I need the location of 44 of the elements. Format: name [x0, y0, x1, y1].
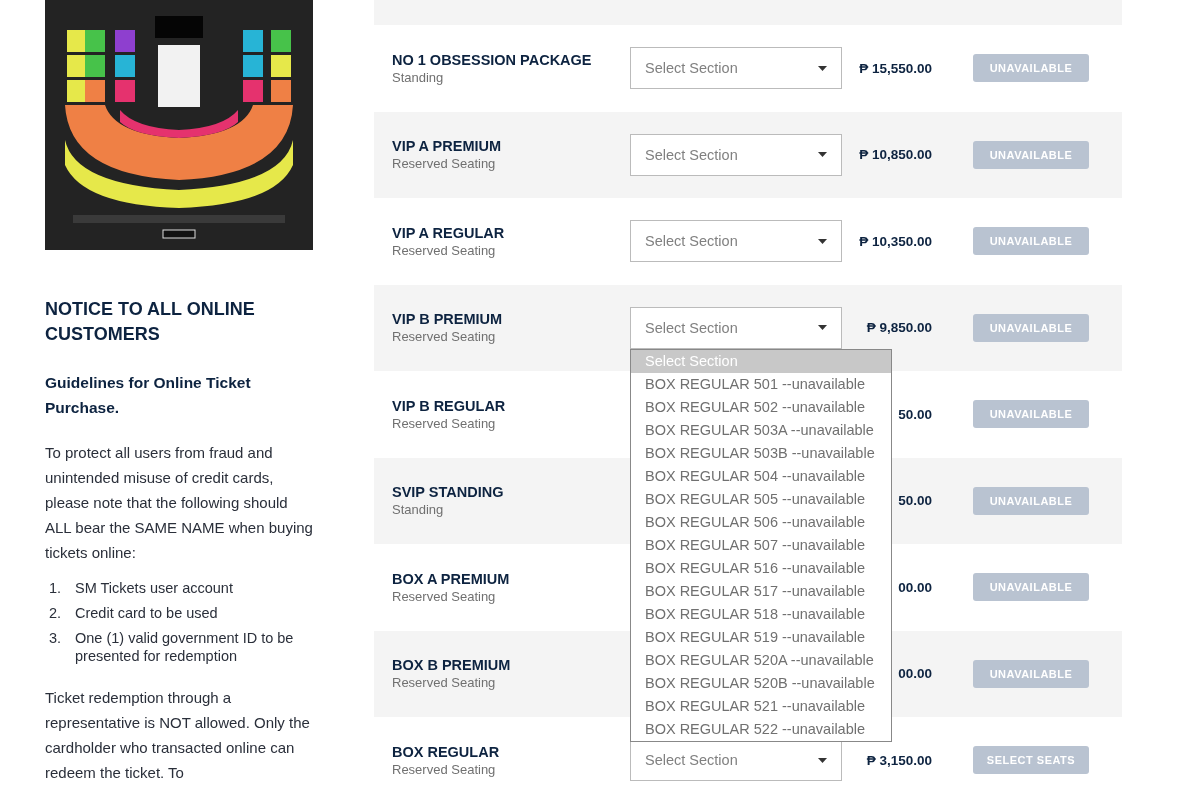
ticket-name: VIP A PREMIUM: [392, 138, 502, 155]
ticket-name: VIP B REGULAR: [392, 397, 506, 414]
list-number: 2.: [48, 604, 63, 622]
section-select[interactable]: Select Section: [630, 306, 842, 349]
seating-type: Reserved Seating: [392, 415, 496, 431]
ticket-price: ₱ 10,350.00: [858, 233, 932, 249]
ticket-price: ₱ 3,150.00: [865, 752, 932, 768]
ticket-price: ₱ 10,850.00: [858, 147, 932, 163]
notice-heading: NOTICE TO ALL ONLINE CUSTOMERS: [45, 298, 256, 346]
redemption-paragraph: Ticket redemption through a representative is NOT allowed. Only the cardholder who transacted online can redeem the ticket. To: [45, 688, 311, 783]
intro-paragraph: To protect all users from fraud and unintended misuse of credit cards, please note that the following should ALL bear the SAME NAME when buying tickets online:: [45, 443, 313, 563]
ticket-name: BOX REGULAR: [392, 743, 500, 760]
ticket-name: SVIP STANDING: [392, 484, 504, 501]
ticket-name: BOX B PREMIUM: [392, 657, 511, 674]
list-item-text: Credit card to be used: [75, 604, 218, 622]
seating-type: Reserved Seating: [392, 242, 496, 258]
guidelines-heading: Guidelines for Online Ticket Purchase.: [45, 373, 252, 418]
list-item-text: SM Tickets user account: [75, 579, 233, 597]
caret-icon: [818, 65, 827, 71]
list-number: 1.: [48, 579, 63, 597]
section-select[interactable]: Select Section: [630, 47, 842, 90]
caret-icon: [818, 325, 827, 331]
section-select[interactable]: Select Section: [630, 220, 842, 263]
ticket-name: VIP B PREMIUM: [392, 311, 503, 328]
ticket-name: VIP A REGULAR: [392, 224, 505, 241]
seating-type: Reserved Seating: [392, 156, 496, 172]
caret-icon: [818, 238, 827, 244]
list-item-text: One (1) valid government ID to be presented for redemption: [75, 629, 295, 665]
ticket-price: ₱ 15,550.00: [858, 60, 932, 76]
section-select[interactable]: Select Section: [630, 133, 842, 176]
section-select[interactable]: Select Section: [630, 739, 842, 782]
seating-type: Reserved Seating: [392, 588, 496, 604]
seating-type: Reserved Seating: [392, 675, 496, 691]
list-number: 3.: [48, 629, 63, 648]
seating-type: Reserved Seating: [392, 329, 496, 345]
seating-type: Standing: [392, 69, 444, 85]
seating-type: Standing: [392, 502, 444, 518]
caret-icon: [818, 152, 827, 158]
caret-icon: [818, 757, 827, 763]
ticket-name: BOX A PREMIUM: [392, 570, 510, 587]
seating-type: Reserved Seating: [392, 761, 496, 777]
ticket-name: NO 1 OBSESSION PACKAGE: [392, 51, 592, 68]
ticket-price: 00.00: [897, 666, 932, 682]
ticket-price: ₱ 9,850.00: [865, 320, 932, 336]
